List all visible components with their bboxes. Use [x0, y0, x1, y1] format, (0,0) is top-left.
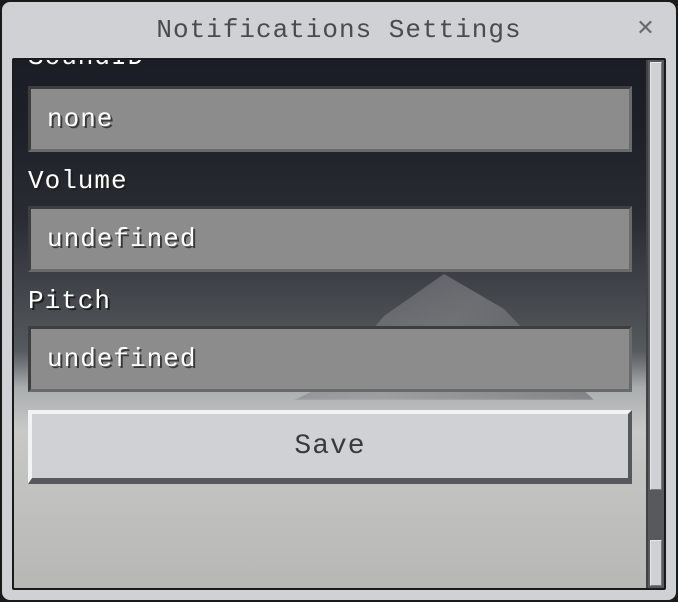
field-label-volume: Volume	[28, 166, 632, 196]
save-button[interactable]: Save	[28, 410, 632, 484]
close-icon: ✕	[636, 15, 655, 41]
scroll-thumb[interactable]	[650, 62, 662, 490]
dialog-window: Notifications Settings ✕ SoundID none Vo…	[0, 0, 678, 602]
volume-input[interactable]: undefined	[28, 206, 632, 272]
save-button-label: Save	[294, 431, 365, 462]
window-title: Notifications Settings	[156, 15, 521, 45]
field-label-pitch: Pitch	[28, 286, 632, 316]
field-label-soundid: SoundID	[28, 60, 632, 76]
close-button[interactable]: ✕	[634, 16, 658, 40]
soundid-input[interactable]: none	[28, 86, 632, 152]
titlebar: Notifications Settings ✕	[2, 2, 676, 58]
input-value: undefined	[47, 224, 196, 254]
input-value: undefined	[47, 344, 196, 374]
pitch-input[interactable]: undefined	[28, 326, 632, 392]
scroll-viewport: SoundID none Volume undefined Pitch unde…	[14, 60, 646, 588]
settings-form: SoundID none Volume undefined Pitch unde…	[14, 60, 646, 588]
input-value: none	[47, 104, 113, 134]
scrollbar[interactable]	[646, 60, 664, 588]
content-area: SoundID none Volume undefined Pitch unde…	[12, 58, 666, 590]
scroll-thumb-lower[interactable]	[650, 540, 662, 586]
